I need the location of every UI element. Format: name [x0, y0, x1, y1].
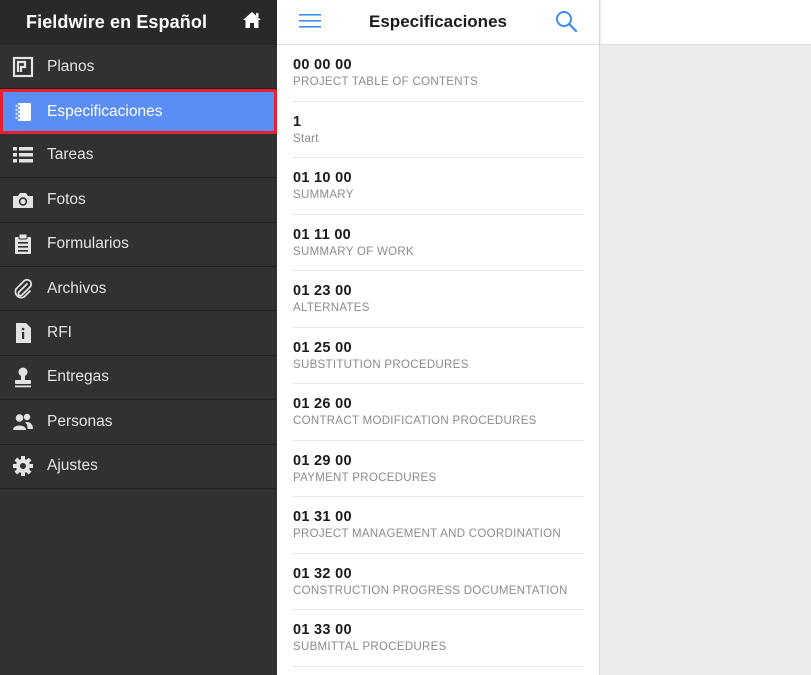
spec-number: 00 00 00: [293, 57, 352, 73]
gear-icon: [0, 455, 47, 477]
detail-area: [601, 0, 811, 675]
list-item[interactable]: 01 26 00 CONTRACT MODIFICATION PROCEDURE…: [293, 384, 584, 441]
spec-name: CONSTRUCTION PROGRESS DOCUMENTATION: [293, 584, 568, 597]
spec-name: PAYMENT PROCEDURES: [293, 471, 437, 484]
spec-name: SUBMITTAL PROCEDURES: [293, 641, 447, 653]
specifications-panel: Especificaciones 00 00 00 PROJECT TABLE …: [277, 0, 600, 675]
list-item[interactable]: 01 29 00 PAYMENT PROCEDURES: [293, 441, 584, 497]
sidebar-item-formularios[interactable]: Formularios: [0, 223, 277, 267]
sidebar-item-label: Formularios: [47, 235, 129, 253]
spec-number: 01 25 00: [293, 339, 352, 356]
sidebar-item-label: Ajustes: [47, 457, 98, 475]
specifications-header: Especificaciones: [277, 0, 599, 45]
list-item[interactable]: 01 23 00 ALTERNATES: [293, 271, 584, 328]
sidebar-item-personas[interactable]: Personas: [0, 400, 277, 445]
project-title: Fieldwire en Español: [26, 12, 208, 32]
spec-number: 01 33 00: [293, 622, 352, 638]
list-item[interactable]: 01 10 00 SUMMARY: [293, 158, 584, 215]
spec-name: PROJECT TABLE OF CONTENTS: [293, 76, 479, 88]
spec-name: PROJECT MANAGEMENT AND COORDINATION: [293, 528, 561, 540]
paperclip-icon: [0, 278, 47, 300]
sidebar-item-label: Tareas: [47, 146, 94, 164]
sidebar-item-label: Fotos: [47, 190, 86, 208]
list-item[interactable]: 00 00 00 PROJECT TABLE OF CONTENTS: [293, 45, 584, 102]
spec-number: 01 32 00: [293, 565, 352, 582]
list-item[interactable]: 01 25 00 SUBSTITUTION PROCEDURES: [293, 328, 584, 384]
specifications-icon: [3, 101, 47, 123]
spec-name: Start: [293, 132, 319, 145]
tasks-list-icon: [0, 144, 47, 166]
stamp-icon: [0, 366, 47, 388]
sidebar-item-planos[interactable]: Planos: [0, 45, 277, 90]
list-item[interactable]: 1 Start: [293, 102, 584, 158]
sidebar-item-tareas[interactable]: Tareas: [0, 134, 277, 179]
list-item[interactable]: 01 31 00 PROJECT MANAGEMENT AND COORDINA…: [293, 497, 584, 554]
specifications-list: 00 00 00 PROJECT TABLE OF CONTENTS 1 Sta…: [277, 45, 599, 667]
spec-name: ALTERNATES: [293, 302, 370, 314]
spec-number: 01 26 00: [293, 396, 352, 412]
clipboard-icon: [0, 233, 47, 255]
sidebar-item-label: Personas: [47, 412, 113, 430]
spec-number: 01 10 00: [293, 170, 352, 186]
sidebar-item-rfi[interactable]: RFI: [0, 311, 277, 356]
list-item[interactable]: 01 11 00 SUMMARY OF WORK: [293, 215, 584, 271]
list-item[interactable]: 01 32 00 CONSTRUCTION PROGRESS DOCUMENTA…: [293, 554, 584, 610]
people-icon: [0, 411, 47, 433]
search-icon[interactable]: [555, 10, 577, 32]
hamburger-menu-icon[interactable]: [299, 14, 321, 28]
sidebar-item-fotos[interactable]: Fotos: [0, 178, 277, 223]
page-title: Especificaciones: [369, 12, 507, 31]
sidebar-item-especificaciones[interactable]: Especificaciones: [0, 89, 277, 134]
camera-icon: [0, 189, 47, 211]
sidebar-nav: Planos Especificaciones Tareas Fotos For…: [0, 45, 277, 489]
home-icon[interactable]: [242, 11, 262, 29]
spec-number: 01 29 00: [293, 452, 352, 469]
sidebar-item-entregas[interactable]: Entregas: [0, 356, 277, 401]
spec-number: 01 31 00: [293, 509, 352, 525]
spec-name: CONTRACT MODIFICATION PROCEDURES: [293, 415, 537, 427]
spec-number: 01 11 00: [293, 226, 352, 243]
plans-icon: [0, 56, 47, 78]
sidebar-header: Fieldwire en Español: [0, 0, 277, 45]
spec-name: SUMMARY OF WORK: [293, 245, 414, 258]
sidebar: Fieldwire en Español Planos Especificaci…: [0, 0, 277, 675]
sidebar-item-label: Archivos: [47, 279, 107, 297]
rfi-document-icon: [0, 322, 47, 344]
spec-number: 01 23 00: [293, 283, 352, 299]
sidebar-item-ajustes[interactable]: Ajustes: [0, 445, 277, 489]
sidebar-item-archivos[interactable]: Archivos: [0, 267, 277, 312]
spec-number: 1: [293, 113, 302, 130]
list-item[interactable]: 01 33 00 SUBMITTAL PROCEDURES: [293, 610, 584, 667]
spec-name: SUMMARY: [293, 189, 354, 201]
sidebar-item-label: Entregas: [47, 368, 110, 386]
detail-header: [601, 0, 811, 45]
spec-name: SUBSTITUTION PROCEDURES: [293, 358, 469, 371]
sidebar-item-label: Planos: [47, 57, 95, 75]
sidebar-item-label: RFI: [47, 324, 72, 342]
sidebar-item-label: Especificaciones: [47, 102, 163, 120]
